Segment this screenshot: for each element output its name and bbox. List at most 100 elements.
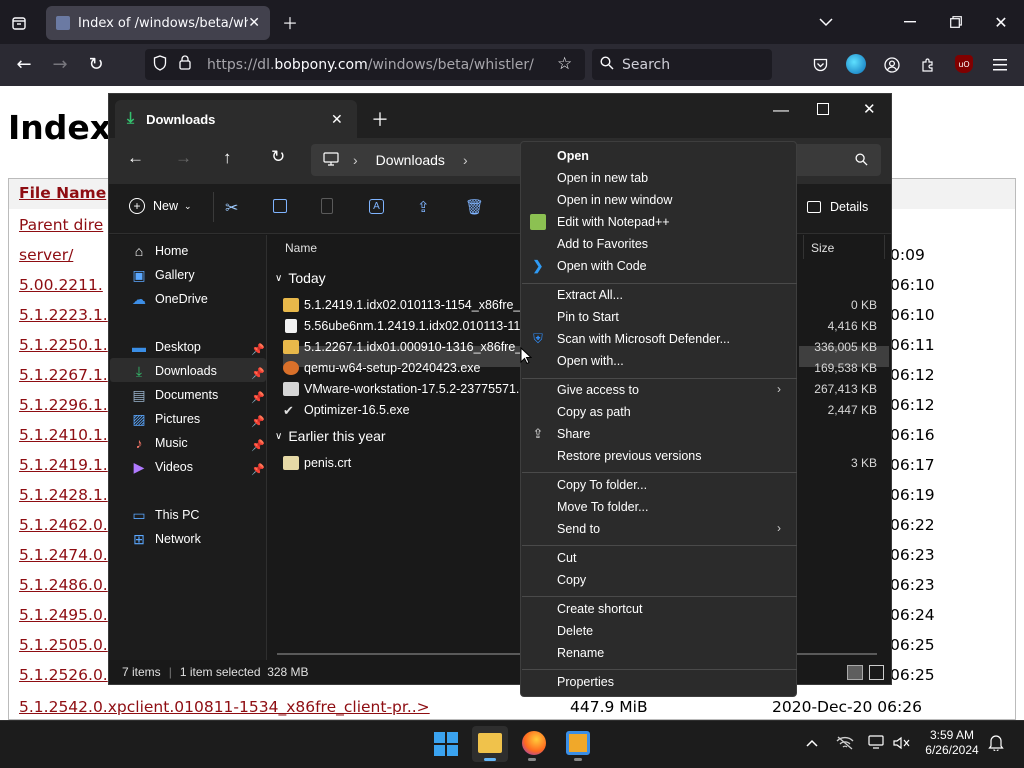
hamburger-menu-icon[interactable] (990, 55, 1010, 75)
menu-item-open-new-tab[interactable]: Open in new tab (557, 167, 648, 189)
system-clock[interactable]: 3:59 AM 6/26/2024 (920, 728, 984, 758)
pin-icon[interactable]: 📌 (251, 439, 265, 452)
lock-icon[interactable] (179, 55, 195, 74)
menu-item-add-favorites[interactable]: Add to Favorites (557, 233, 648, 255)
nav-item-network[interactable]: ⊞ Network (129, 528, 201, 550)
menu-item-share[interactable]: Share (557, 423, 590, 445)
menu-item-open[interactable]: Open (557, 145, 589, 167)
pin-icon[interactable]: 📌 (251, 391, 265, 404)
nav-item-pictures[interactable]: ▨ Pictures (129, 408, 200, 430)
listing-link[interactable]: 5.1.2296.1. (19, 396, 108, 420)
menu-item-properties[interactable]: Properties (557, 671, 614, 693)
back-icon[interactable]: ← (14, 54, 34, 75)
menu-item-restore-versions[interactable]: Restore previous versions (557, 445, 702, 467)
maximize-window-icon[interactable] (817, 103, 829, 115)
minimize-window-icon[interactable] (900, 12, 920, 32)
breadcrumb-downloads[interactable]: Downloads (376, 152, 445, 168)
tiles-view-icon[interactable] (869, 665, 884, 680)
listing-link[interactable]: 5.1.2526.0. (19, 666, 108, 690)
close-tab-icon[interactable]: ✕ (331, 111, 343, 128)
restore-window-icon[interactable] (946, 12, 966, 32)
listing-link[interactable]: 5.1.2542.0.xpclient.010811-1534_x86fre_c… (19, 698, 430, 722)
menu-item-extract-all[interactable]: Extract All... (557, 284, 623, 306)
menu-item-open-with-code[interactable]: Open with Code (557, 255, 647, 277)
pin-icon[interactable]: 📌 (251, 415, 265, 428)
listing-link[interactable]: 5.1.2462.0. (19, 516, 108, 540)
menu-item-create-shortcut[interactable]: Create shortcut (557, 598, 642, 620)
file-row[interactable]: VMware-workstation-17.5.2-23775571.exe (283, 379, 540, 399)
listing-link[interactable]: server/ (19, 246, 73, 270)
url-bar[interactable]: https://dl. bobpony.com/windows/beta/whis… (145, 49, 585, 80)
nav-item-gallery[interactable]: ▣ Gallery (129, 264, 194, 286)
menu-item-delete[interactable]: Delete (557, 620, 593, 642)
nav-item-onedrive[interactable]: ☁ OneDrive (129, 288, 208, 310)
menu-item-cut[interactable]: Cut (557, 547, 576, 569)
up-arrow-icon[interactable]: ↑ (223, 148, 232, 168)
pin-icon[interactable]: 📌 (251, 343, 265, 356)
rename-icon[interactable]: A (369, 199, 384, 214)
name-column-header[interactable]: Name (285, 241, 317, 255)
nav-item-music[interactable]: ♪ Music (129, 432, 188, 454)
menu-item-copy[interactable]: Copy (557, 569, 586, 591)
shield-icon[interactable] (153, 54, 171, 75)
firefox-taskbar-icon[interactable] (522, 731, 546, 755)
nav-item-desktop[interactable]: ▬ Desktop (129, 336, 201, 358)
listing-link[interactable]: 5.00.2211. (19, 276, 103, 300)
file-row[interactable]: 5.1.2267.1.idx01.000910-1316_x86fre_clie… (283, 337, 548, 357)
refresh-icon[interactable]: ↻ (271, 147, 285, 167)
menu-item-open-with[interactable]: Open with... (557, 350, 624, 372)
nav-item-home[interactable]: ⌂ Home (129, 240, 189, 262)
nav-item-documents[interactable]: ▤ Documents (129, 384, 218, 406)
vmware-taskbar-icon[interactable] (566, 731, 590, 755)
file-row[interactable]: ✔ Optimizer-16.5.exe (283, 400, 410, 420)
file-row[interactable]: qemu-w64-setup-20240423.exe (283, 358, 481, 378)
nav-item-videos[interactable]: ▶ Videos (129, 456, 193, 478)
new-tab-icon[interactable]: ＋ (280, 12, 300, 33)
file-explorer-taskbar-icon[interactable] (478, 733, 502, 753)
account-icon[interactable] (882, 55, 902, 75)
close-window-icon[interactable]: ✕ (991, 12, 1011, 32)
listing-link[interactable]: 5.1.2505.0. (19, 636, 108, 660)
chevron-down-icon[interactable] (816, 12, 836, 32)
file-row[interactable]: 5.1.2419.1.idx02.010113-1154_x86fre_clie… (283, 295, 550, 315)
pin-icon[interactable]: 📌 (251, 367, 265, 380)
cut-icon[interactable]: ✂ (225, 198, 238, 218)
menu-item-scan-defender[interactable]: Scan with Microsoft Defender... (557, 328, 730, 350)
file-row[interactable]: 5.56ube6nm.1.2419.1.idx02.010113-1154_ (283, 316, 541, 336)
menu-item-give-access[interactable]: Give access to (557, 379, 639, 401)
group-header-today[interactable]: ∨ Today (275, 270, 326, 286)
listing-link[interactable]: 5.1.2428.1. (19, 486, 108, 510)
listing-link[interactable]: 5.1.2474.0. (19, 546, 108, 570)
network-disconnected-icon[interactable] (836, 735, 854, 754)
file-name-column-header[interactable]: File Name (19, 184, 106, 208)
search-bar[interactable]: Search (592, 49, 772, 80)
close-window-icon[interactable]: ✕ (863, 100, 876, 118)
copy-icon[interactable] (273, 199, 287, 213)
back-icon[interactable]: ← (127, 148, 144, 168)
pocket-icon[interactable] (810, 55, 830, 75)
details-pane-button[interactable]: Details (807, 200, 868, 214)
group-header-earlier[interactable]: ∨ Earlier this year (275, 428, 386, 444)
extensions-puzzle-icon[interactable] (918, 55, 938, 75)
listing-link[interactable]: 5.1.2410.1. (19, 426, 108, 450)
new-button[interactable]: + New ⌄ (129, 198, 192, 214)
menu-item-pin-to-start[interactable]: Pin to Start (557, 306, 619, 328)
menu-item-copy-to-folder[interactable]: Copy To folder... (557, 474, 647, 496)
explorer-tab[interactable]: ⤓ Downloads ✕ (115, 100, 357, 138)
ublock-origin-icon[interactable]: uO (955, 55, 973, 73)
close-tab-icon[interactable]: ✕ (248, 15, 260, 31)
listing-link[interactable]: Parent dire (19, 216, 103, 240)
new-tab-icon[interactable]: ＋ (371, 106, 389, 132)
listing-link[interactable]: 5.1.2486.0. (19, 576, 108, 600)
chevron-up-icon[interactable] (806, 736, 818, 750)
menu-item-copy-as-path[interactable]: Copy as path (557, 401, 631, 423)
paste-icon[interactable] (321, 198, 333, 214)
volume-muted-icon[interactable] (893, 735, 911, 754)
delete-trash-icon[interactable]: 🗑 (465, 198, 484, 216)
forward-icon[interactable]: → (175, 148, 192, 168)
nav-item-downloads[interactable]: ⤓ Downloads (129, 360, 217, 382)
listing-link[interactable]: 5.1.2495.0. (19, 606, 108, 630)
minimize-window-icon[interactable]: — (773, 102, 789, 120)
menu-item-move-to-folder[interactable]: Move To folder... (557, 496, 649, 518)
menu-item-rename[interactable]: Rename (557, 642, 604, 664)
